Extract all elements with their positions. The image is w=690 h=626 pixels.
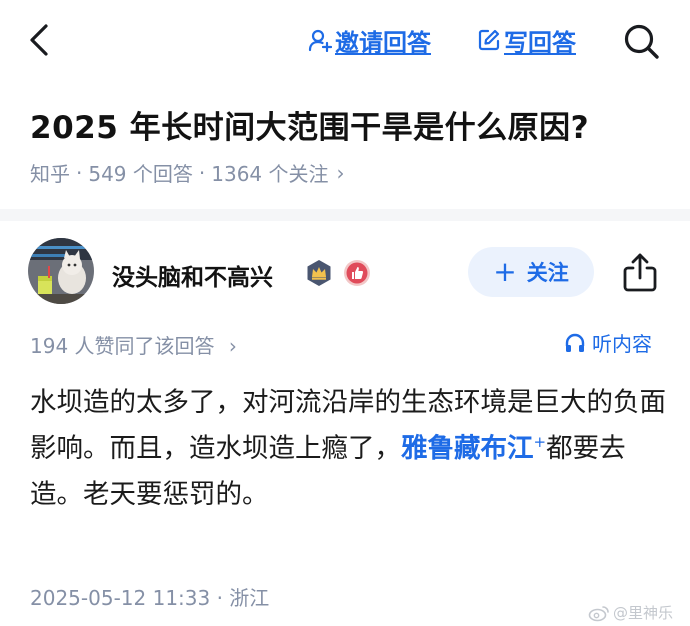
chevron-right-icon: ›	[336, 160, 345, 185]
author-row: 没头脑和不高兴 + 关注	[0, 236, 690, 308]
headphones-icon	[565, 333, 585, 352]
followers-count: 1364 个关注	[211, 162, 329, 186]
edit-pencil-icon	[478, 29, 500, 51]
write-answer-button[interactable]: 写回答	[477, 22, 576, 58]
share-icon	[623, 253, 657, 292]
question-title: 2025 年长时间大范围干旱是什么原因?	[30, 110, 590, 146]
crown-badge-icon	[307, 260, 331, 286]
write-answer-label: 写回答	[504, 28, 576, 57]
back-chevron-icon	[30, 24, 48, 56]
invite-answer-button[interactable]: 邀请回答	[308, 22, 431, 58]
post-timestamp-location: 2025-05-12 11:33 · 浙江	[30, 586, 270, 610]
chevron-right-icon: ›	[228, 334, 237, 358]
weibo-watermark: @里神乐	[588, 602, 673, 623]
share-button[interactable]	[622, 252, 658, 292]
link-marker-icon: +	[533, 433, 547, 452]
weibo-logo-icon	[588, 605, 609, 621]
likes-text: 194 人赞同了该回答	[30, 334, 215, 358]
thumbs-up-badge-icon	[344, 260, 370, 286]
question-meta[interactable]: 知乎 · 549 个回答 · 1364 个关注 ›	[30, 158, 345, 187]
question-source: 知乎	[30, 162, 70, 186]
meta-separator: ·	[198, 160, 206, 185]
back-button[interactable]	[24, 22, 54, 58]
meta-separator: ·	[76, 160, 83, 185]
listen-label: 听内容	[592, 332, 652, 356]
section-divider	[0, 209, 690, 221]
watermark-text: @里神乐	[613, 604, 674, 622]
avatar-cat-photo	[28, 238, 94, 304]
search-button[interactable]	[622, 22, 660, 60]
follow-button[interactable]: + 关注	[468, 247, 594, 297]
invite-answer-label: 邀请回答	[335, 28, 431, 57]
search-term-link[interactable]: 雅鲁藏布江	[401, 433, 534, 464]
answers-count: 549 个回答	[88, 162, 193, 186]
search-icon	[624, 24, 659, 59]
likes-summary[interactable]: 194 人赞同了该回答 ›	[30, 330, 237, 359]
plus-icon: +	[493, 255, 517, 288]
listen-content-button[interactable]: 听内容	[564, 328, 652, 357]
answer-body: 水坝造的太多了，对河流沿岸的生态环境是巨大的负面影响。而且，造水坝造上瘾了，雅鲁…	[30, 380, 670, 518]
invite-person-icon	[308, 29, 332, 52]
author-name[interactable]: 没头脑和不高兴	[112, 258, 273, 292]
top-navigation-bar: 邀请回答 写回答	[0, 0, 690, 84]
author-avatar[interactable]	[28, 238, 94, 304]
follow-label: 关注	[526, 261, 569, 285]
